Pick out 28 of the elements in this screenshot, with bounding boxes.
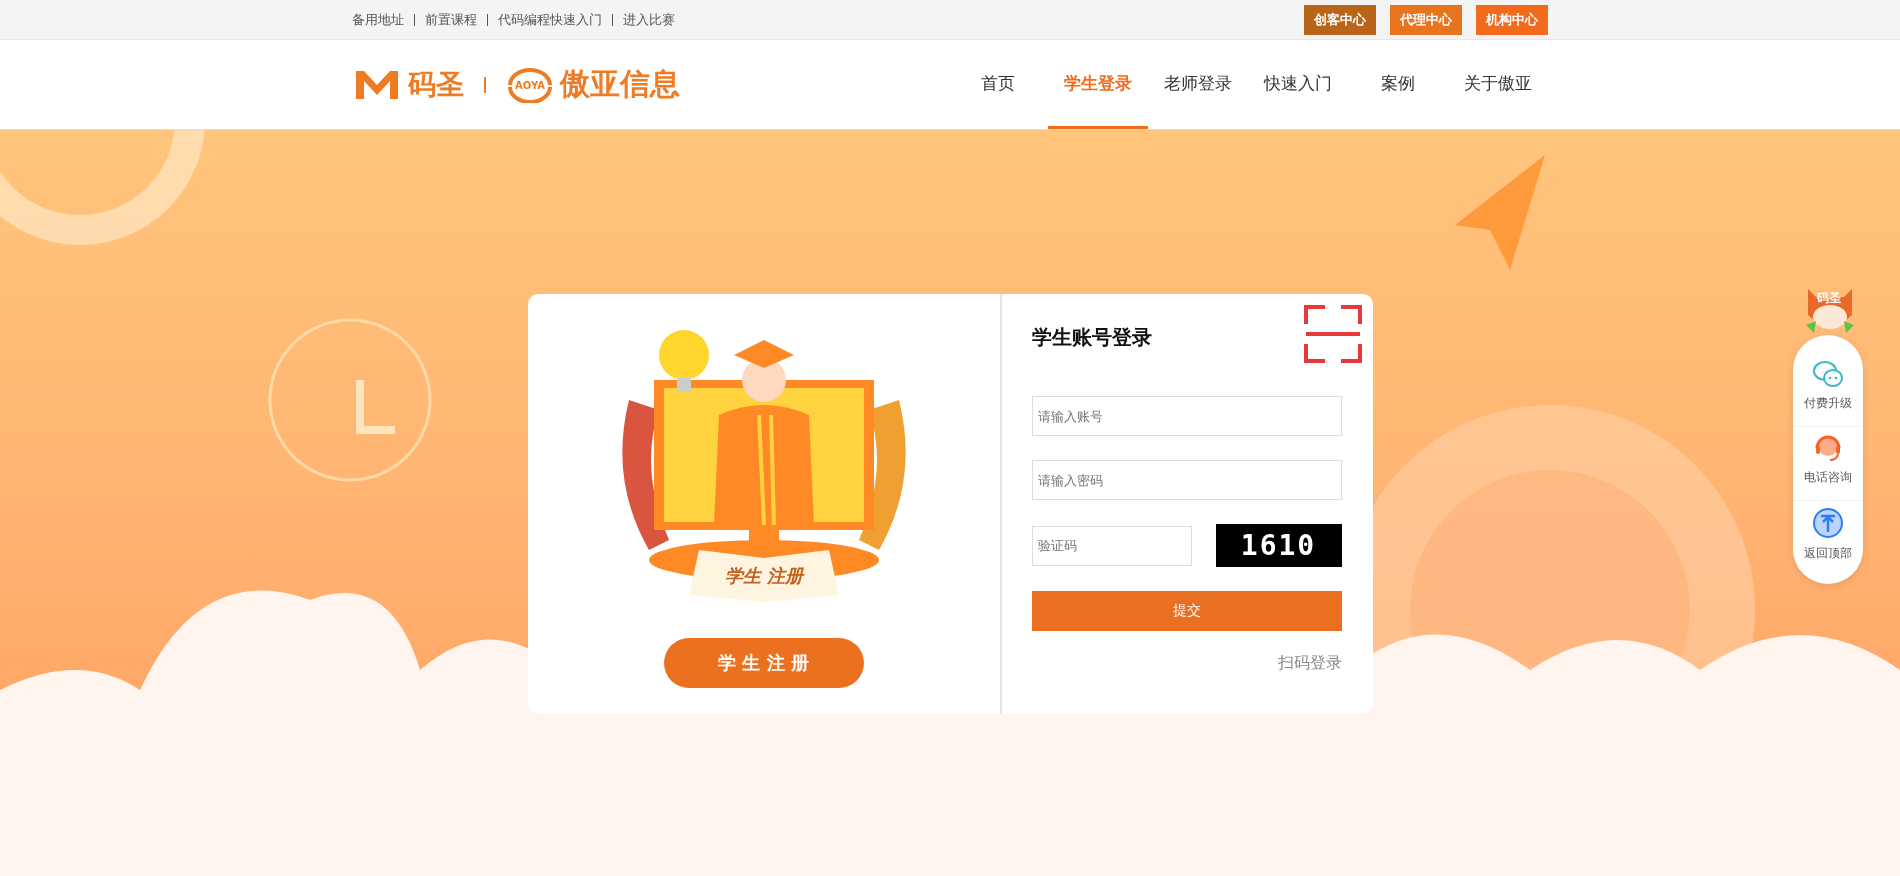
top-link[interactable]: 进入比赛 [623,10,675,29]
headset-icon [1813,433,1843,463]
qr-login-link[interactable]: 扫码登录 [1277,653,1342,672]
login-title: 学生账号登录 [1031,324,1153,351]
top-link[interactable]: 前置课程 [425,10,477,29]
nav-tab[interactable]: 关于傲亚 [1448,40,1548,129]
chat-bubbles-icon [1812,359,1844,389]
captcha-image[interactable]: 1610 [1215,524,1342,567]
arrow-up-circle-icon [1812,507,1844,539]
logo-brand-text: 码圣 [408,66,464,103]
side-toolbar-item[interactable]: 电话咨询 [1793,427,1863,501]
account-field[interactable]: 请输入账号 [1031,396,1342,436]
nav-tab[interactable]: 首页 [948,40,1048,129]
logo-emblem: AOYA [506,66,554,103]
side-toolbar-item[interactable]: 付费升级 [1793,353,1863,427]
center-button[interactable]: 创客中心 [1304,4,1376,35]
top-link[interactable]: 代码编程快速入门 [498,10,602,29]
nav-tab[interactable]: 老师登录 [1148,40,1248,129]
scan-frame-icon[interactable] [1302,304,1363,364]
top-link[interactable]: 备用地址 [352,10,404,29]
nav-tab[interactable]: 案例 [1348,40,1448,129]
side-toolbar-item[interactable]: 返回顶部 [1793,501,1863,576]
nav-tab[interactable]: 快速入门 [1248,40,1348,129]
logo-company-text: 傲亚信息 [560,65,680,103]
password-field[interactable]: 请输入密码 [1031,460,1342,500]
mascot-label: 码圣 [1817,290,1841,307]
graduate-illustration: 学生 注册 [608,320,919,610]
captcha-field[interactable]: 验证码 [1031,525,1192,566]
